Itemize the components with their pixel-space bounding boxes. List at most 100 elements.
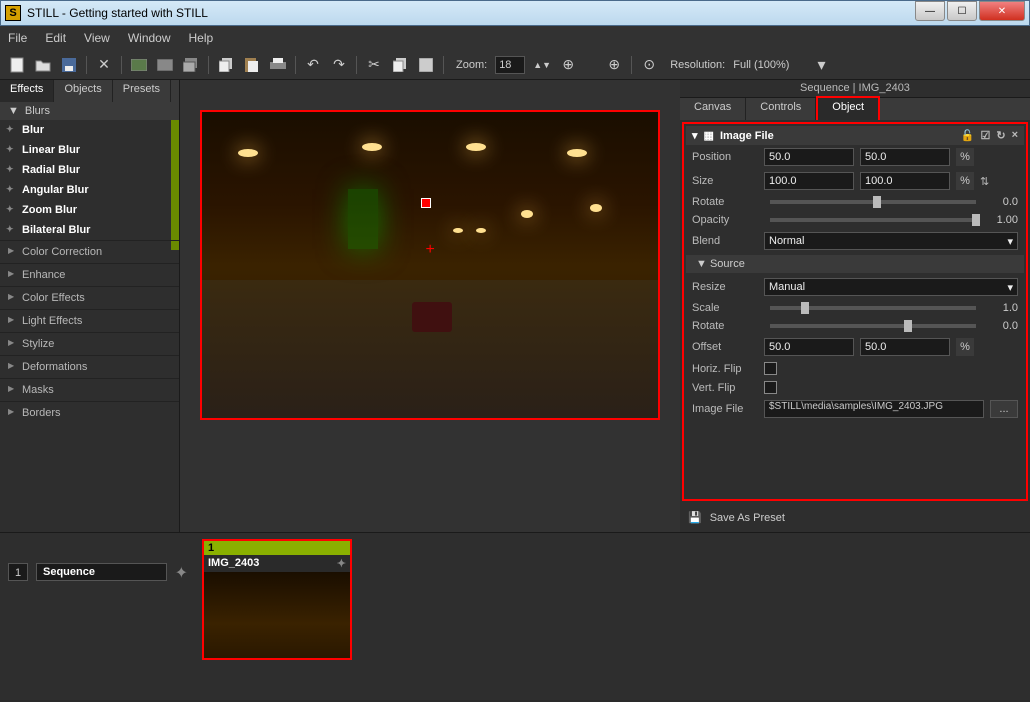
timeline-panel: 1 Sequence ✦ 1 IMG_2403 ✦	[0, 532, 1030, 700]
blend-dropdown[interactable]: Normal▾	[764, 232, 1018, 250]
rotate2-value[interactable]: 0.0	[988, 320, 1018, 332]
sequence-label[interactable]: Sequence	[36, 563, 167, 581]
browse-button[interactable]: ...	[990, 400, 1018, 418]
rotate-value[interactable]: 0.0	[988, 196, 1018, 208]
close-prop-icon[interactable]: ×	[1012, 129, 1018, 142]
effect-zoom-blur[interactable]: Zoom Blur	[0, 200, 179, 220]
source-header[interactable]: ▼ Source	[686, 255, 1024, 273]
menu-edit[interactable]: Edit	[45, 31, 66, 45]
reset-icon[interactable]: ↻	[996, 129, 1005, 142]
tab-controls[interactable]: Controls	[746, 98, 816, 120]
redo-icon[interactable]: ↷	[330, 56, 348, 74]
thumbnail[interactable]: 1 IMG_2403 ✦	[202, 539, 352, 660]
category-deformations[interactable]: Deformations	[0, 355, 179, 378]
resize-dropdown[interactable]: Manual▾	[764, 278, 1018, 296]
resolution-chevron-icon[interactable]: ▾	[817, 55, 825, 75]
offset-x-input[interactable]	[764, 338, 854, 356]
effect-blur[interactable]: Blur	[0, 120, 179, 140]
zoom-spin-icon[interactable]: ▲▼	[533, 56, 551, 74]
effect-radial-blur[interactable]: Radial Blur	[0, 160, 179, 180]
new-icon[interactable]	[8, 56, 26, 74]
save-preset-icon[interactable]: 💾	[688, 511, 702, 524]
tab-effects[interactable]: Effects	[0, 80, 54, 102]
crosshair-icon[interactable]: +	[425, 241, 434, 259]
size-x-input[interactable]	[764, 172, 854, 190]
rotate-slider[interactable]	[770, 200, 976, 204]
cut-icon[interactable]: ✂	[365, 56, 383, 74]
maximize-button[interactable]: ☐	[947, 1, 977, 21]
sequence-number[interactable]: 1	[8, 563, 28, 581]
save-icon[interactable]	[60, 56, 78, 74]
puzzle-icon[interactable]: ✦	[337, 557, 346, 570]
collapse-icon[interactable]: ▾	[692, 129, 698, 142]
link-icon[interactable]: ⇅	[980, 175, 989, 188]
puzzle-icon[interactable]: ✦	[175, 563, 188, 583]
folder-icon[interactable]	[156, 56, 174, 74]
tab-presets[interactable]: Presets	[113, 80, 171, 102]
paste-icon[interactable]	[243, 56, 261, 74]
resolution-value[interactable]: Full (100%)	[733, 59, 789, 71]
scale-value[interactable]: 1.0	[988, 302, 1018, 314]
open-icon[interactable]	[34, 56, 52, 74]
category-stylize[interactable]: Stylize	[0, 332, 179, 355]
zoom-fit-icon[interactable]: ⊕	[559, 56, 577, 74]
effect-bilateral-blur[interactable]: Bilateral Blur	[0, 220, 179, 240]
position-label: Position	[692, 151, 758, 163]
copy2-icon[interactable]	[391, 56, 409, 74]
minimize-button[interactable]: —	[915, 1, 945, 21]
canvas-area[interactable]: +	[180, 80, 680, 532]
image-icon[interactable]	[130, 56, 148, 74]
category-borders[interactable]: Borders	[0, 401, 179, 424]
menu-view[interactable]: View	[84, 31, 110, 45]
anchor-marker[interactable]	[421, 198, 431, 208]
prop-header[interactable]: ▾ ▦ Image File 🔓 ☑ ↻ ×	[686, 126, 1024, 145]
hflip-checkbox[interactable]	[764, 362, 777, 375]
close-doc-icon[interactable]: ✕	[95, 56, 113, 74]
zoom-actual-icon[interactable]: ⊕	[605, 56, 623, 74]
paste2-icon[interactable]	[417, 56, 435, 74]
scale-slider[interactable]	[770, 306, 976, 310]
file-path-input[interactable]: $STILL\media\samples\IMG_2403.JPG	[764, 400, 984, 418]
opacity-value[interactable]: 1.00	[988, 214, 1018, 226]
effects-panel: Effects Objects Presets ▼Blurs Blur Line…	[0, 80, 180, 532]
category-color-effects[interactable]: Color Effects	[0, 286, 179, 309]
category-light-effects[interactable]: Light Effects	[0, 309, 179, 332]
tab-canvas[interactable]: Canvas	[680, 98, 746, 120]
chevron-down-icon: ▾	[1007, 235, 1013, 248]
undo-icon[interactable]: ↶	[304, 56, 322, 74]
vflip-label: Vert. Flip	[692, 382, 758, 394]
menu-help[interactable]: Help	[189, 31, 214, 45]
save-preset-button[interactable]: Save As Preset	[710, 512, 785, 524]
rotate2-slider[interactable]	[770, 324, 976, 328]
category-blurs[interactable]: ▼Blurs	[0, 102, 179, 120]
pct-button[interactable]: %	[956, 338, 974, 356]
position-y-input[interactable]	[860, 148, 950, 166]
scale-label: Scale	[692, 302, 758, 314]
resize-label: Resize	[692, 281, 758, 293]
zoom-input[interactable]	[495, 56, 525, 74]
close-button[interactable]: ✕	[979, 1, 1025, 21]
effect-linear-blur[interactable]: Linear Blur	[0, 140, 179, 160]
visible-icon[interactable]: ☑	[980, 129, 990, 142]
canvas-image[interactable]: +	[200, 110, 660, 420]
size-y-input[interactable]	[860, 172, 950, 190]
category-color-correction[interactable]: Color Correction	[0, 240, 179, 263]
tab-objects[interactable]: Objects	[54, 80, 112, 102]
opacity-slider[interactable]	[770, 218, 976, 222]
effect-angular-blur[interactable]: Angular Blur	[0, 180, 179, 200]
offset-y-input[interactable]	[860, 338, 950, 356]
category-masks[interactable]: Masks	[0, 378, 179, 401]
copy-icon[interactable]	[217, 56, 235, 74]
position-x-input[interactable]	[764, 148, 854, 166]
stack-icon[interactable]	[182, 56, 200, 74]
tab-object[interactable]: Object	[816, 96, 880, 120]
pct-button[interactable]: %	[956, 148, 974, 166]
vflip-checkbox[interactable]	[764, 381, 777, 394]
pct-button[interactable]: %	[956, 172, 974, 190]
lock-icon[interactable]: 🔓	[961, 129, 975, 142]
menu-file[interactable]: File	[8, 31, 27, 45]
target-icon[interactable]: ⊙	[640, 56, 658, 74]
category-enhance[interactable]: Enhance	[0, 263, 179, 286]
print-icon[interactable]	[269, 56, 287, 74]
menu-window[interactable]: Window	[128, 31, 171, 45]
